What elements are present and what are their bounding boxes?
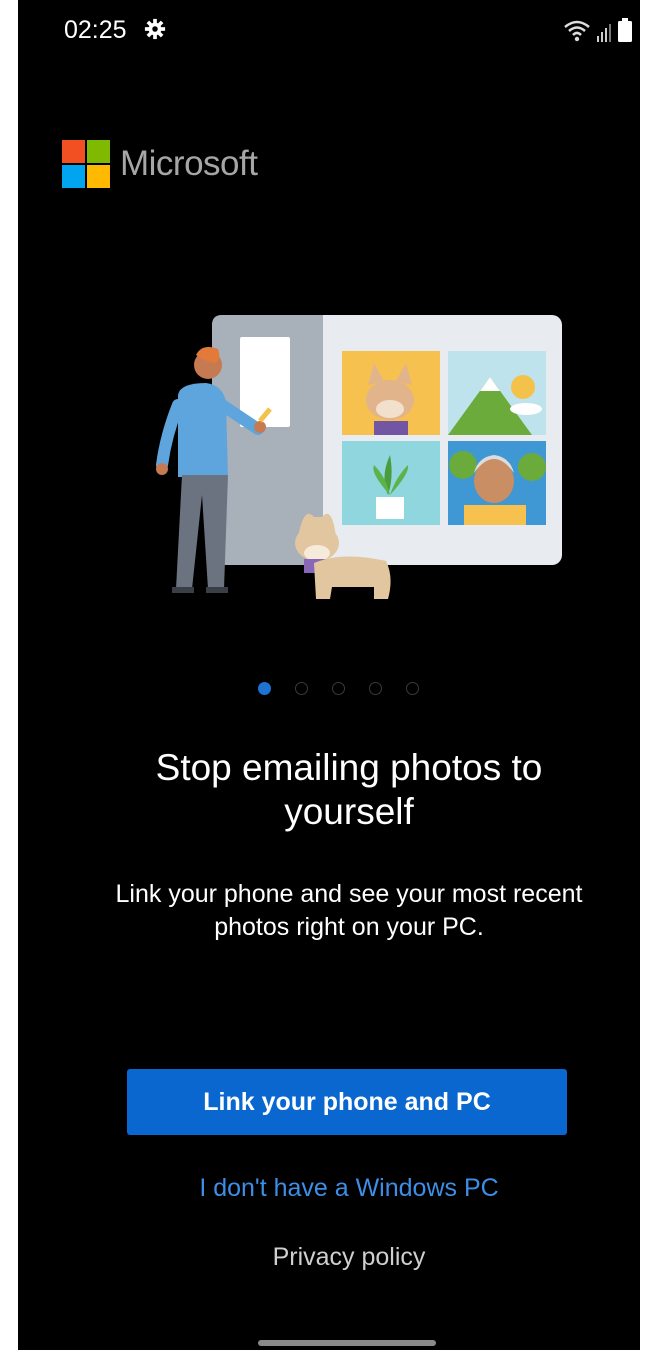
carousel-dot-2[interactable]: [295, 682, 308, 695]
photos-illustration: [156, 315, 562, 599]
description-line-1: Link your phone and see your most recent: [115, 880, 583, 908]
carousel-pagination: [258, 682, 419, 695]
signal-icon: [597, 24, 611, 42]
onboarding-description: Link your phone and see your most recent…: [68, 878, 630, 944]
carousel-dot-5[interactable]: [406, 682, 419, 695]
link-phone-and-pc-button[interactable]: Link your phone and PC: [127, 1069, 567, 1135]
carousel-dot-3[interactable]: [332, 682, 345, 695]
privacy-policy-link[interactable]: Privacy policy: [58, 1243, 640, 1272]
microsoft-logo-icon: [62, 140, 110, 188]
carousel-dot-4[interactable]: [369, 682, 382, 695]
battery-icon: [618, 18, 632, 42]
wifi-icon: [564, 20, 590, 42]
carousel-dot-1[interactable]: [258, 682, 271, 695]
settings-gear-icon: [144, 18, 166, 40]
phone-screen: 02:25 Microsoft Stop emailing photos to …: [18, 0, 640, 1350]
description-line-2: photos right on your PC.: [214, 913, 484, 941]
onboarding-headline: Stop emailing photos to yourself: [58, 746, 640, 834]
no-windows-pc-link[interactable]: I don't have a Windows PC: [58, 1174, 640, 1203]
microsoft-logo: Microsoft: [62, 140, 258, 188]
status-time: 02:25: [64, 16, 127, 44]
home-indicator[interactable]: [258, 1340, 436, 1346]
headline-line-2: yourself: [284, 791, 414, 832]
status-icons: [564, 16, 632, 42]
logo-wordmark: Microsoft: [120, 144, 258, 183]
headline-line-1: Stop emailing photos to: [155, 747, 543, 788]
